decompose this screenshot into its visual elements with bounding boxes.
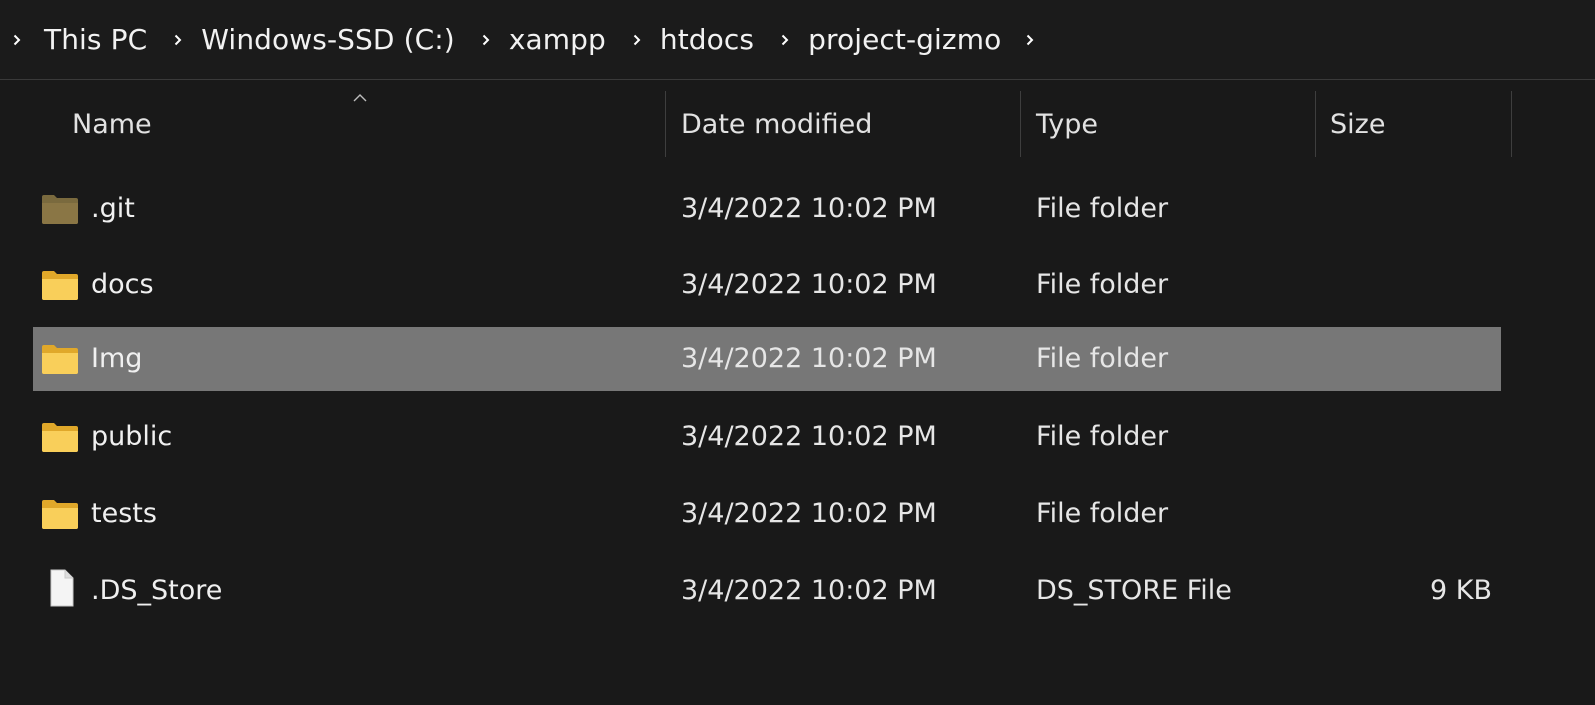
breadcrumb-windows-ssd[interactable]: Windows-SSD (C:) xyxy=(195,23,461,56)
folder-icon xyxy=(42,423,78,452)
file-type: File folder xyxy=(1036,193,1169,224)
file-type: File folder xyxy=(1036,498,1169,529)
column-header-size[interactable]: Size xyxy=(1316,91,1511,157)
breadcrumb-this-pc[interactable]: This PC xyxy=(38,23,153,56)
file-date-modified: 3/4/2022 10:02 PM xyxy=(681,343,937,374)
chevron-right-icon[interactable] xyxy=(1017,27,1043,53)
folder-icon xyxy=(42,271,78,300)
file-row-public[interactable]: public 3/4/2022 10:02 PM File folder xyxy=(33,405,1501,469)
column-header-name[interactable]: Name xyxy=(58,91,664,157)
column-header-type[interactable]: Type xyxy=(1021,91,1315,157)
hidden-folder-icon xyxy=(42,195,78,224)
column-header-date-label: Date modified xyxy=(681,108,873,140)
file-name: Img xyxy=(91,343,143,374)
file-name: docs xyxy=(91,269,154,300)
file-name: tests xyxy=(91,498,157,529)
file-type: File folder xyxy=(1036,269,1169,300)
file-name: public xyxy=(91,421,173,452)
column-divider[interactable] xyxy=(1511,91,1512,157)
column-header-type-label: Type xyxy=(1036,108,1099,140)
column-header-size-label: Size xyxy=(1330,108,1386,140)
file-type: File folder xyxy=(1036,343,1169,374)
breadcrumb-project-gizmo[interactable]: project-gizmo xyxy=(802,23,1007,56)
file-row-tests[interactable]: tests 3/4/2022 10:02 PM File folder xyxy=(33,482,1501,546)
chevron-right-icon[interactable] xyxy=(473,27,499,53)
chevron-right-icon[interactable] xyxy=(624,27,650,53)
file-date-modified: 3/4/2022 10:02 PM xyxy=(681,193,937,224)
chevron-right-icon[interactable] xyxy=(165,27,191,53)
file-row-img[interactable]: Img 3/4/2022 10:02 PM File folder xyxy=(33,327,1501,391)
column-header-name-label: Name xyxy=(72,108,152,140)
breadcrumb-xampp[interactable]: xampp xyxy=(503,23,612,56)
file-name: .DS_Store xyxy=(91,575,223,606)
file-row-docs[interactable]: docs 3/4/2022 10:02 PM File folder xyxy=(33,253,1501,317)
file-row-ds-store[interactable]: .DS_Store 3/4/2022 10:02 PM DS_STORE Fil… xyxy=(33,559,1501,623)
file-date-modified: 3/4/2022 10:02 PM xyxy=(681,575,937,606)
file-size: 9 KB xyxy=(1430,575,1492,606)
file-type: File folder xyxy=(1036,421,1169,452)
folder-icon xyxy=(42,500,78,529)
file-date-modified: 3/4/2022 10:02 PM xyxy=(681,421,937,452)
file-date-modified: 3/4/2022 10:02 PM xyxy=(681,269,937,300)
chevron-right-icon[interactable] xyxy=(4,27,30,53)
file-name: .git xyxy=(91,193,135,224)
folder-icon xyxy=(42,345,78,374)
file-date-modified: 3/4/2022 10:02 PM xyxy=(681,498,937,529)
address-bar-breadcrumb: This PC Windows-SSD (C:) xampp htdocs pr… xyxy=(0,0,1595,80)
column-header-date-modified[interactable]: Date modified xyxy=(666,91,1020,157)
chevron-right-icon[interactable] xyxy=(772,27,798,53)
file-icon xyxy=(50,569,74,607)
breadcrumb-htdocs[interactable]: htdocs xyxy=(654,23,760,56)
file-row-git[interactable]: .git 3/4/2022 10:02 PM File folder xyxy=(33,177,1501,241)
file-type: DS_STORE File xyxy=(1036,575,1232,606)
